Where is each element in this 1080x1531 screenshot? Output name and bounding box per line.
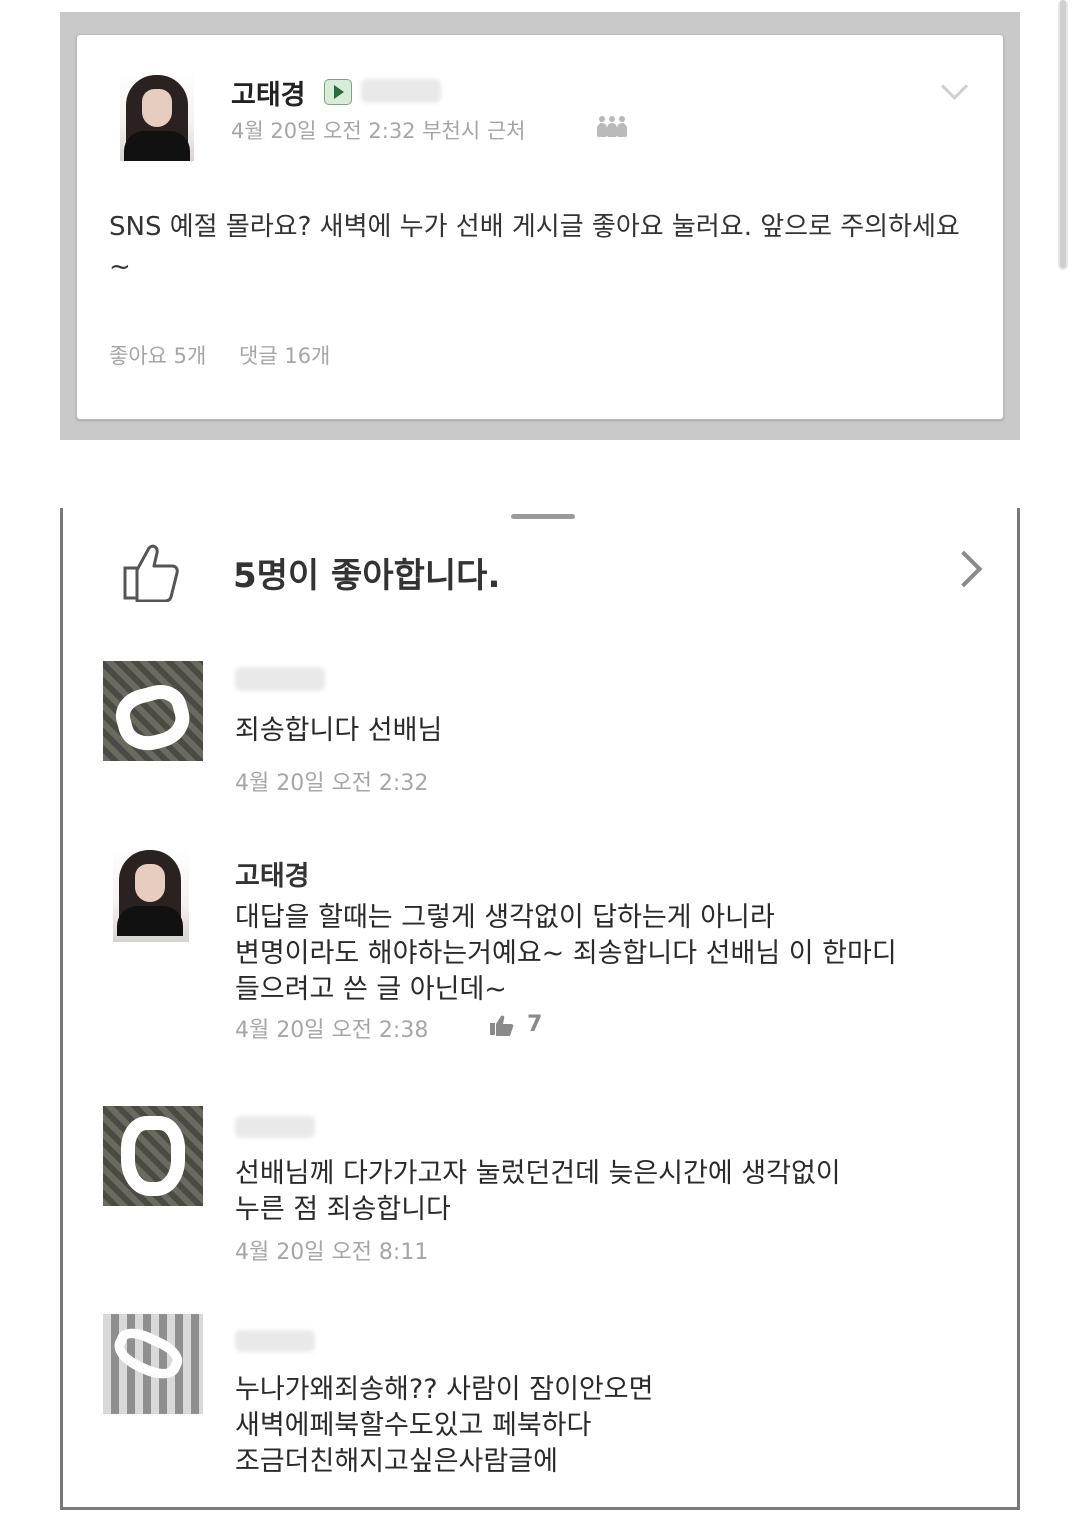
blurred-name bbox=[235, 667, 325, 691]
post-meta: 4월 20일 오전 2:32 부천시 근처 bbox=[231, 119, 526, 143]
post-stats: 좋아요 5개 댓글 16개 bbox=[109, 340, 356, 370]
post-card: 고태경 4월 20일 오전 2:32 부천시 근처 SNS 예절 몰라요? 새벽… bbox=[76, 34, 1004, 420]
commenter-avatar[interactable] bbox=[103, 1314, 203, 1414]
comment-text: 선배님께 다가가고자 눌렀던건데 늦은시간에 생각없이 누른 점 죄송합니다 bbox=[235, 1158, 841, 1225]
comment-text: 누나가왜죄송해?? 사람이 잠이안오면 새벽에페북할수도있고 페북하다 조금더친… bbox=[235, 1374, 654, 1477]
comment-like-count: 7 bbox=[527, 1012, 543, 1037]
blurred-name bbox=[235, 1330, 315, 1352]
comment-time: 4월 20일 오전 2:32 bbox=[235, 771, 429, 796]
blurred-name bbox=[235, 1116, 315, 1138]
drag-handle[interactable] bbox=[511, 514, 575, 519]
thumbs-up-icon[interactable] bbox=[121, 542, 183, 602]
post-frame: 고태경 4월 20일 오전 2:32 부천시 근처 SNS 예절 몰라요? 새벽… bbox=[60, 12, 1020, 440]
scrollbar-thumb[interactable] bbox=[1060, 0, 1066, 268]
post-text: SNS 예절 몰라요? 새벽에 누가 선배 게시글 좋아요 눌러요. 앞으로 주… bbox=[109, 212, 960, 282]
comment-count-link[interactable]: 댓글 16개 bbox=[239, 344, 330, 368]
comments-panel: 5명이 좋아합니다. 죄송합니다 선배님 4월 20일 오전 2:32 고태경 … bbox=[60, 508, 1020, 1510]
people-icon bbox=[597, 116, 627, 137]
chevron-down-icon[interactable] bbox=[941, 73, 968, 100]
comment-text: 대답을 할때는 그렇게 생각없이 답하는게 아니라 변명이라도 해야하는거예요~… bbox=[235, 902, 897, 1005]
commenter-avatar[interactable] bbox=[103, 661, 203, 761]
commenter-name[interactable]: 고태경 bbox=[235, 854, 310, 893]
author-name[interactable]: 고태경 bbox=[231, 73, 306, 112]
likes-summary[interactable]: 5명이 좋아합니다. bbox=[233, 548, 500, 597]
comment-time: 4월 20일 오전 2:38 bbox=[235, 1018, 429, 1043]
author-avatar[interactable] bbox=[120, 71, 194, 161]
blurred-name bbox=[361, 79, 441, 103]
chevron-right-icon[interactable] bbox=[945, 550, 983, 588]
thumbs-up-icon bbox=[490, 1015, 514, 1036]
comment-text: 죄송합니다 선배님 bbox=[235, 715, 443, 746]
comment-time: 4월 20일 오전 8:11 bbox=[235, 1240, 429, 1265]
commenter-avatar[interactable] bbox=[113, 846, 189, 942]
commenter-avatar[interactable] bbox=[103, 1106, 203, 1206]
scrollbar[interactable] bbox=[1058, 0, 1068, 270]
like-count-link[interactable]: 좋아요 5개 bbox=[109, 344, 206, 368]
play-badge-icon bbox=[324, 79, 352, 105]
